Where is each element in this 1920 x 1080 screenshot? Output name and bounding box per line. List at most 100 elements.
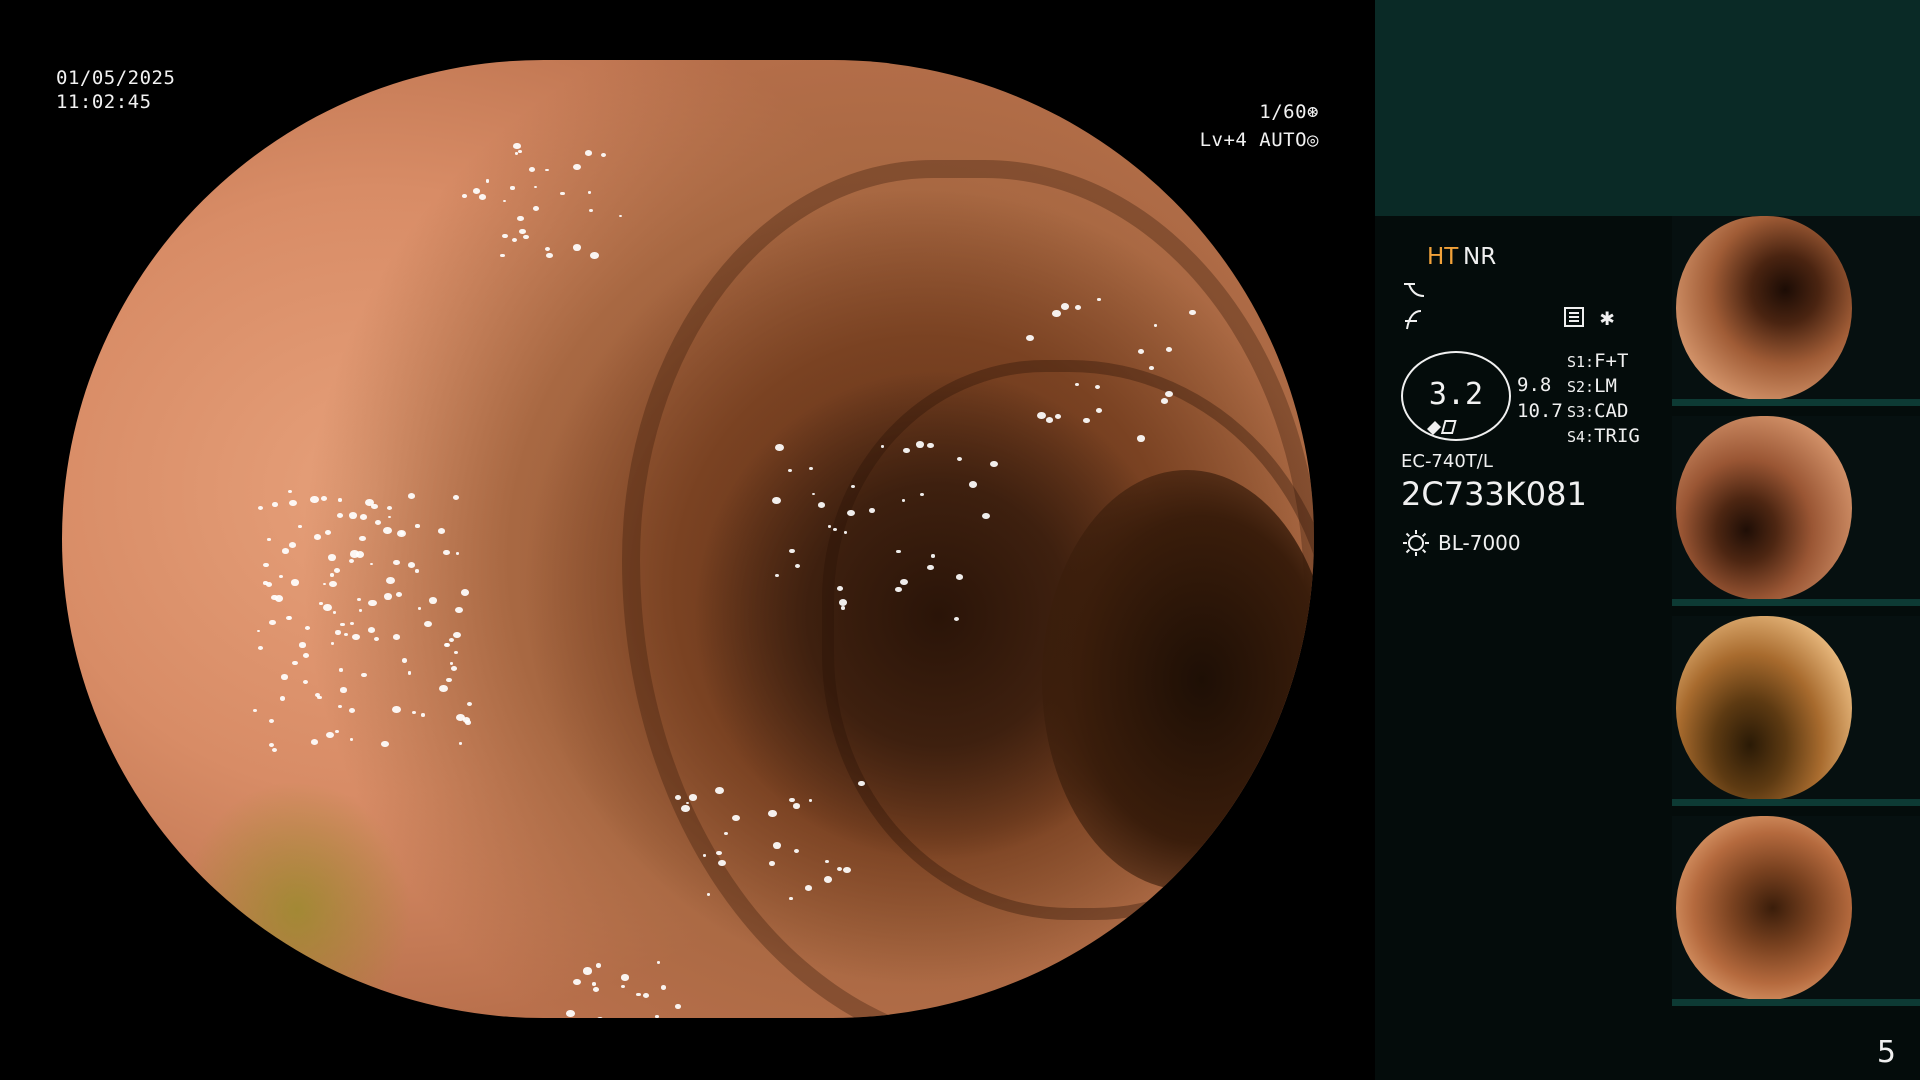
capture-thumbnail[interactable] [1672, 816, 1920, 1006]
specular-glint [460, 589, 469, 597]
gauge: 3.2 [1401, 351, 1511, 441]
thumbnail-bar [1672, 399, 1920, 406]
specular-glint [458, 742, 462, 745]
specular-glint [772, 841, 782, 849]
specular-glint [714, 786, 724, 795]
switch-key: S3: [1567, 403, 1595, 421]
specular-glint [355, 551, 364, 558]
specular-glint [374, 637, 380, 642]
specular-glint [395, 591, 402, 597]
specular-glint [503, 199, 507, 203]
exam-time: 11:02:45 [56, 91, 152, 113]
edge-icon [1405, 310, 1422, 330]
specular-glint [500, 253, 505, 258]
specular-glint [453, 631, 461, 638]
capture-thumbnail[interactable] [1672, 616, 1920, 806]
specular-glint [1165, 390, 1173, 397]
specular-glint [267, 538, 271, 542]
scope-serial: 2C733K081 [1401, 475, 1587, 513]
specular-glint [370, 503, 378, 510]
specular-glint [655, 1015, 660, 1018]
specular-glint [795, 563, 801, 568]
specular-glint [302, 653, 309, 659]
specular-glint [572, 244, 581, 251]
lumen [1042, 470, 1314, 890]
specular-glint [271, 502, 278, 507]
specular-glint [256, 629, 261, 633]
specular-glint [636, 992, 642, 997]
specular-glint [518, 149, 522, 153]
specular-glint [514, 152, 519, 156]
specular-glint [1160, 397, 1169, 404]
specular-glint [412, 711, 417, 715]
specular-glint [573, 979, 582, 986]
specular-glint [361, 672, 367, 678]
specular-glint [1153, 324, 1158, 327]
specular-glint [544, 246, 551, 252]
specular-glint [702, 854, 706, 857]
specular-glint [618, 214, 622, 218]
specular-glint [840, 606, 846, 610]
specular-glint [566, 1009, 575, 1017]
specular-glint [396, 530, 406, 538]
specular-glint [335, 729, 339, 733]
specular-glint [331, 642, 335, 645]
thumbnail-image [1676, 616, 1852, 800]
specular-glint [324, 529, 331, 535]
scope-switch-1: S1:F+T [1567, 349, 1628, 374]
lamp-icon [1403, 530, 1429, 556]
specular-glint [348, 558, 355, 564]
specular-glint [392, 559, 400, 566]
specular-glint [926, 442, 934, 449]
ht-indicator: HT [1427, 244, 1459, 270]
capture-thumbnail[interactable] [1672, 216, 1920, 406]
specular-glint [584, 150, 592, 156]
thumbnail-image [1676, 416, 1852, 600]
specular-glint [716, 850, 722, 856]
gauge-side-1: 9.8 [1517, 374, 1552, 396]
specular-glint [788, 797, 795, 803]
specular-glint [510, 186, 515, 190]
specular-glint [472, 187, 481, 194]
specular-glint [462, 194, 467, 198]
specular-glint [595, 962, 602, 968]
specular-glint [278, 574, 284, 579]
specular-glint [927, 564, 934, 570]
specular-glint [1075, 382, 1080, 386]
specular-glint [990, 460, 998, 467]
scope-model: EC-740T/L [1401, 451, 1493, 472]
specular-glint [349, 621, 354, 626]
specular-glint [359, 535, 366, 541]
switch-key: S1: [1567, 353, 1595, 371]
specular-glint [1148, 365, 1154, 370]
specular-glint [357, 597, 361, 601]
specular-glint [310, 496, 319, 504]
specular-glint [333, 611, 337, 615]
specular-glint [930, 554, 936, 558]
scope-switch-2: S2:LM [1567, 374, 1617, 399]
specular-glint [319, 602, 323, 606]
specular-glint [418, 607, 422, 610]
specular-glint [437, 527, 446, 535]
specular-glint [451, 666, 458, 672]
specular-glint [352, 633, 360, 640]
specular-glint [583, 967, 593, 975]
specular-glint [368, 599, 377, 607]
level-value: Lv+4 AUTO [1199, 129, 1308, 151]
specular-glint [326, 731, 334, 738]
specular-glint [337, 704, 342, 708]
specular-glint [868, 508, 875, 513]
specular-glint [348, 707, 355, 713]
specular-glint [455, 552, 460, 555]
specular-glint [388, 515, 392, 519]
capture-thumbnail[interactable] [1672, 416, 1920, 606]
exam-date: 01/05/2025 [56, 67, 176, 89]
level-readout: Lv+4 AUTO◎ [1200, 128, 1319, 152]
specular-glint [517, 215, 524, 221]
specular-glint [1074, 304, 1081, 311]
shutter-readout: 1/60⊛ [1259, 100, 1319, 124]
specular-glint [1083, 417, 1090, 424]
specular-glint [592, 986, 600, 993]
specular-glint [915, 441, 925, 448]
specular-glint [724, 831, 728, 835]
